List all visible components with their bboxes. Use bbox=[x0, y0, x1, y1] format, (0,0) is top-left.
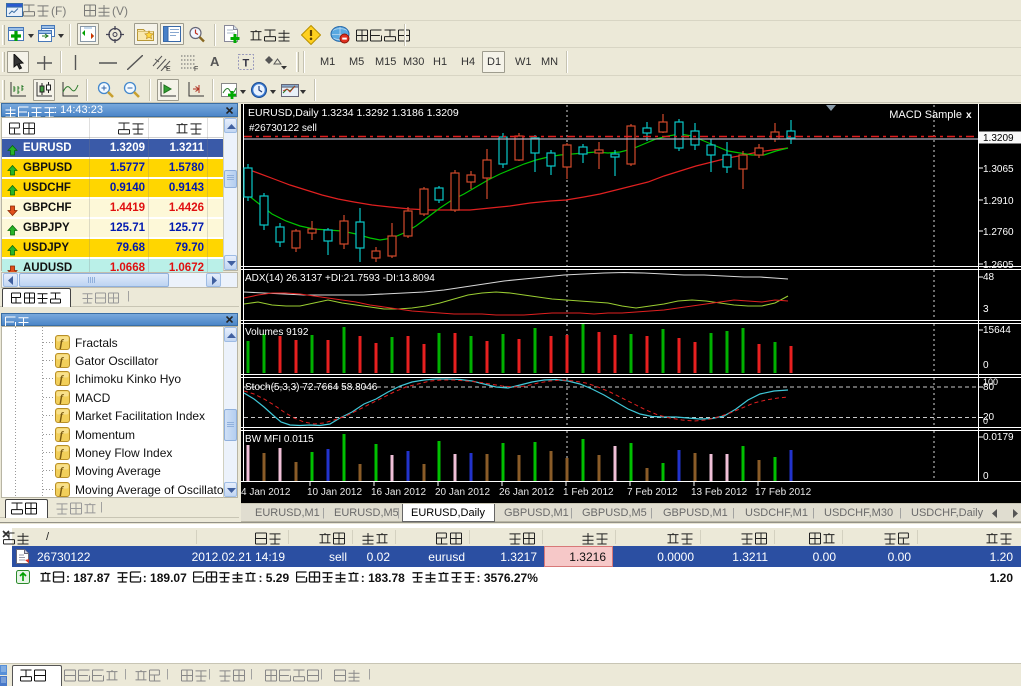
svg-text:26 Jan 2012: 26 Jan 2012 bbox=[499, 487, 554, 498]
svg-text:1.3065: 1.3065 bbox=[983, 164, 1014, 175]
svg-text:F: F bbox=[194, 66, 198, 71]
svg-text:7 Feb 2012: 7 Feb 2012 bbox=[627, 487, 678, 498]
svg-text:48: 48 bbox=[983, 272, 995, 283]
svg-text:1 Feb 2012: 1 Feb 2012 bbox=[563, 487, 614, 498]
svg-text:Volumes 9192: Volumes 9192 bbox=[245, 327, 309, 338]
svg-text:1.2760: 1.2760 bbox=[983, 227, 1014, 238]
svg-text:20 Jan 2012: 20 Jan 2012 bbox=[435, 487, 490, 498]
svg-text:3: 3 bbox=[983, 304, 989, 315]
svg-text:1.2910: 1.2910 bbox=[983, 196, 1014, 207]
svg-text:15644: 15644 bbox=[983, 325, 1011, 336]
svg-text:Stoch(5,3,3) 72.7664 58.8046: Stoch(5,3,3) 72.7664 58.8046 bbox=[245, 382, 378, 393]
svg-text:4 Jan 2012: 4 Jan 2012 bbox=[241, 487, 291, 498]
svg-text:1.2605: 1.2605 bbox=[983, 260, 1014, 271]
svg-text:x: x bbox=[966, 110, 972, 121]
svg-text:13 Feb 2012: 13 Feb 2012 bbox=[691, 487, 748, 498]
svg-text:EURUSD,Daily 1.3234 1.3292 1.: EURUSD,Daily 1.3234 1.3292 1.3186 1.3209 bbox=[248, 107, 459, 119]
svg-text:1.3209: 1.3209 bbox=[983, 133, 1014, 144]
svg-text:T: T bbox=[243, 58, 250, 70]
svg-text:E: E bbox=[166, 66, 171, 71]
svg-text:16 Jan 2012: 16 Jan 2012 bbox=[371, 487, 426, 498]
svg-text:0.0179: 0.0179 bbox=[983, 432, 1014, 443]
svg-text:17 Feb 2012: 17 Feb 2012 bbox=[755, 487, 812, 498]
svg-text:ADX(14) 26.3137 +DI:21.7593 -D: ADX(14) 26.3137 +DI:21.7593 -DI:13.8094 bbox=[245, 273, 435, 284]
svg-text:0: 0 bbox=[983, 471, 989, 482]
svg-text:10 Jan 2012: 10 Jan 2012 bbox=[307, 487, 362, 498]
svg-text:100: 100 bbox=[983, 377, 998, 387]
svg-text:0: 0 bbox=[983, 360, 989, 371]
svg-text:BW MFI 0.0115: BW MFI 0.0115 bbox=[245, 434, 314, 445]
svg-text:MACD Sample: MACD Sample bbox=[889, 109, 962, 121]
svg-text:0: 0 bbox=[983, 416, 988, 426]
svg-text:#26730122 sell: #26730122 sell bbox=[249, 123, 317, 134]
